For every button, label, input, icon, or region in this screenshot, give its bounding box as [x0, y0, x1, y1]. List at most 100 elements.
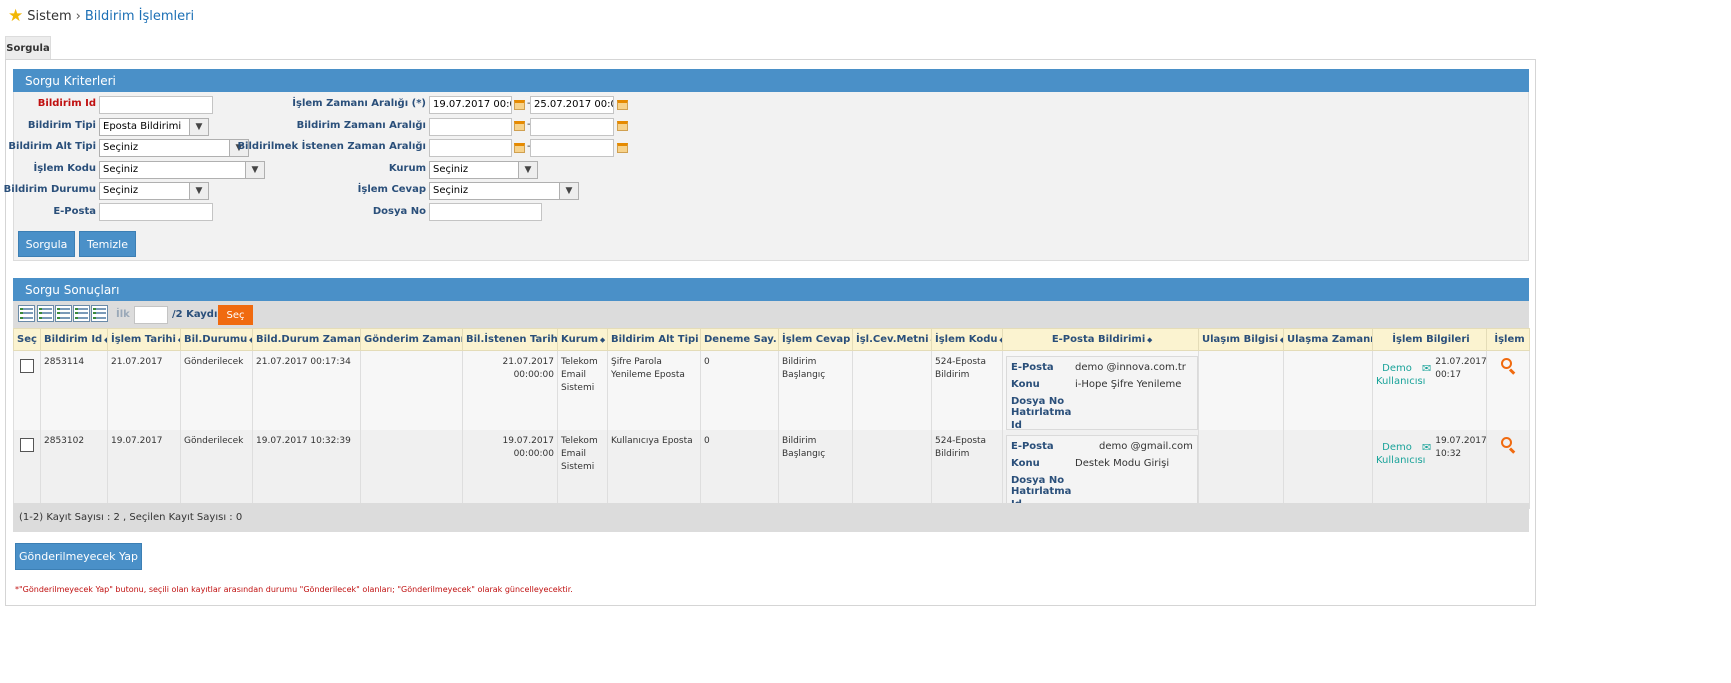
page-total-label: /2 Kaydı	[172, 309, 218, 320]
page-number-input[interactable]	[134, 306, 168, 324]
col-header: İşlem	[1486, 328, 1530, 351]
col-header[interactable]: Ulaşma Zamanı⬥	[1283, 328, 1373, 351]
bildirim-tipi-value: Eposta Bildirimi	[103, 121, 182, 132]
col-header[interactable]: Bild.Durum Zamanı⬥	[252, 328, 361, 351]
label-islem-cevap: İşlem Cevap	[357, 184, 426, 195]
cell-kod: 524-Eposta Bildirim	[931, 350, 1003, 430]
calendar-icon[interactable]	[617, 143, 628, 153]
islem-kodu-select[interactable]: Seçiniz ▼	[99, 161, 265, 179]
eposta-input[interactable]	[99, 203, 213, 221]
col-header[interactable]: Seç	[13, 328, 41, 351]
col-header[interactable]: Gönderim Zamanı⬥	[360, 328, 463, 351]
label-islem-kodu: İşlem Kodu	[33, 163, 96, 174]
user-link[interactable]: Demo Kullanıcısı	[1376, 441, 1425, 467]
chevron-down-icon: ▼	[245, 162, 264, 178]
col-header[interactable]: Ulaşım Bilgisi⬥	[1198, 328, 1284, 351]
dosya-no-input[interactable]	[429, 203, 542, 221]
bildirim-alt-tipi-select[interactable]: Seçiniz ▼	[99, 139, 249, 157]
bildirim-zamani-end-input[interactable]	[530, 118, 614, 136]
subject-value: i-Hope Şifre Yenileme	[1075, 379, 1182, 390]
cell-durum: Gönderilecek	[180, 350, 253, 430]
breadcrumb-separator: ›	[75, 8, 81, 24]
col-header[interactable]: E-Posta Bildirimi ⬥	[1002, 328, 1199, 351]
islem-zamani-start-input[interactable]: 19.07.2017 00:00	[429, 96, 512, 114]
cell-cevap-metni	[852, 350, 932, 430]
sort-icon: ⬥	[600, 336, 606, 344]
label-islem-zamani: İşlem Zamanı Aralığı (*)	[292, 98, 426, 109]
results-summary: (1-2) Kayıt Sayısı : 2 , Seçilen Kayıt S…	[13, 503, 1529, 532]
islem-cevap-select[interactable]: Seçiniz ▼	[429, 182, 579, 200]
col-header[interactable]: Bildirim Id⬥	[40, 328, 108, 351]
search-icon[interactable]	[1501, 437, 1516, 454]
kurum-select[interactable]: Seçiniz ▼	[429, 161, 538, 179]
islem-zamani-end-input[interactable]: 25.07.2017 00:00	[530, 96, 614, 114]
col-header[interactable]: İşlem Cevap⬥	[778, 328, 853, 351]
cell-durum: Gönderilecek	[180, 430, 253, 509]
label-kurum: Kurum	[388, 163, 426, 174]
envelope-icon: ✉	[1422, 441, 1432, 454]
col-header[interactable]: Kurum ⬥	[557, 328, 608, 351]
gonderilmeyecek-yap-button[interactable]: Gönderilmeyecek Yap	[15, 543, 142, 570]
cell-istenen: 21.07.2017 00:00:00	[462, 350, 558, 430]
table-row: 2853102 19.07.2017 Gönderilecek 19.07.20…	[13, 430, 1530, 510]
results-header: Sorgu Sonuçları	[13, 278, 1529, 301]
calendar-icon[interactable]	[617, 100, 628, 110]
cell-kurum: Telekom Email Sistemi	[557, 350, 608, 430]
cell-eposta-bildirimi: E-Posta demo @gmail.com Konu Destek Modu G…	[1002, 430, 1199, 510]
export-icon[interactable]	[91, 305, 108, 322]
select-page-icon[interactable]	[55, 305, 72, 322]
row-checkbox[interactable]	[20, 359, 34, 373]
cell-gonderim	[360, 350, 463, 430]
col-header[interactable]: İşlem Tarihi⬥	[107, 328, 181, 351]
cell-deneme: 0	[700, 430, 779, 509]
col-header[interactable]: İşl.Cev.Metni⬥	[852, 328, 932, 351]
deselect-page-icon[interactable]	[73, 305, 90, 322]
select-button[interactable]: Seç	[218, 305, 253, 325]
label-bildirim-tipi: Bildirim Tipi	[27, 120, 96, 131]
cell-alt-tipi: Şifre Parola Yenileme Eposta	[607, 350, 701, 430]
chevron-down-icon: ▼	[559, 183, 578, 199]
calendar-icon[interactable]	[514, 143, 525, 153]
cell-cevap: Bildirim Başlangıç	[778, 350, 853, 430]
subject-key: Konu	[1011, 458, 1040, 469]
calendar-icon[interactable]	[514, 100, 525, 110]
first-label: İlk	[116, 309, 130, 320]
calendar-icon[interactable]	[514, 121, 525, 131]
deselect-all-icon[interactable]	[37, 305, 54, 322]
col-header[interactable]: Deneme Say.⬥	[700, 328, 779, 351]
cell-ulasma	[1283, 430, 1373, 509]
row-checkbox[interactable]	[20, 438, 34, 452]
breadcrumb-current[interactable]: Bildirim İşlemleri	[85, 9, 194, 24]
sort-icon: ⬥	[1280, 336, 1282, 344]
label-bildirim-durumu: Bildirim Durumu	[3, 184, 96, 195]
istenen-zaman-start-input[interactable]	[429, 139, 512, 157]
tab-sorgula[interactable]: Sorgula	[5, 36, 51, 60]
star-icon[interactable]: ★	[8, 7, 23, 25]
search-icon[interactable]	[1501, 358, 1516, 375]
cell-cevap: Bildirim Başlangıç	[778, 430, 853, 509]
bildirim-tipi-select[interactable]: Eposta Bildirimi ▼	[99, 118, 209, 136]
cell-islem-bilgileri: Demo Kullanıcısı ✉ 19.07.2017 10:32	[1372, 430, 1487, 509]
istenen-zaman-end-input[interactable]	[530, 139, 614, 157]
cell-alt-tipi: Kullanıcıya Eposta	[607, 430, 701, 509]
bildirim-durumu-select[interactable]: Seçiniz ▼	[99, 182, 209, 200]
col-header: İşlem Bilgileri	[1372, 328, 1487, 351]
chevron-down-icon: ▼	[189, 119, 208, 135]
breadcrumb-root[interactable]: Sistem	[27, 9, 71, 24]
col-header[interactable]: Bildirim Alt Tipi⬥	[607, 328, 701, 351]
bildirim-id-input[interactable]	[99, 96, 213, 114]
col-header[interactable]: Bil.İstenen Tarih⬥	[462, 328, 558, 351]
bildirim-zamani-start-input[interactable]	[429, 118, 512, 136]
cell-kurum: Telekom Email Sistemi	[557, 430, 608, 509]
email-key: E-Posta	[1011, 441, 1054, 452]
col-header[interactable]: Bil.Durumu⬥	[180, 328, 253, 351]
info-note: *"Gönderilmeyecek Yap" butonu, seçili ol…	[15, 585, 573, 594]
select-all-icon[interactable]	[18, 305, 35, 322]
user-link[interactable]: Demo Kullanıcısı	[1376, 362, 1425, 388]
clear-button[interactable]: Temizle	[79, 231, 136, 257]
table-header-row: Seç Bildirim Id⬥ İşlem Tarihi⬥ Bil.Durum…	[13, 328, 1530, 351]
cell-islem-tarihi: 19.07.2017	[107, 430, 181, 509]
col-header[interactable]: İşlem Kodu⬥	[931, 328, 1003, 351]
search-button[interactable]: Sorgula	[18, 231, 75, 257]
calendar-icon[interactable]	[617, 121, 628, 131]
